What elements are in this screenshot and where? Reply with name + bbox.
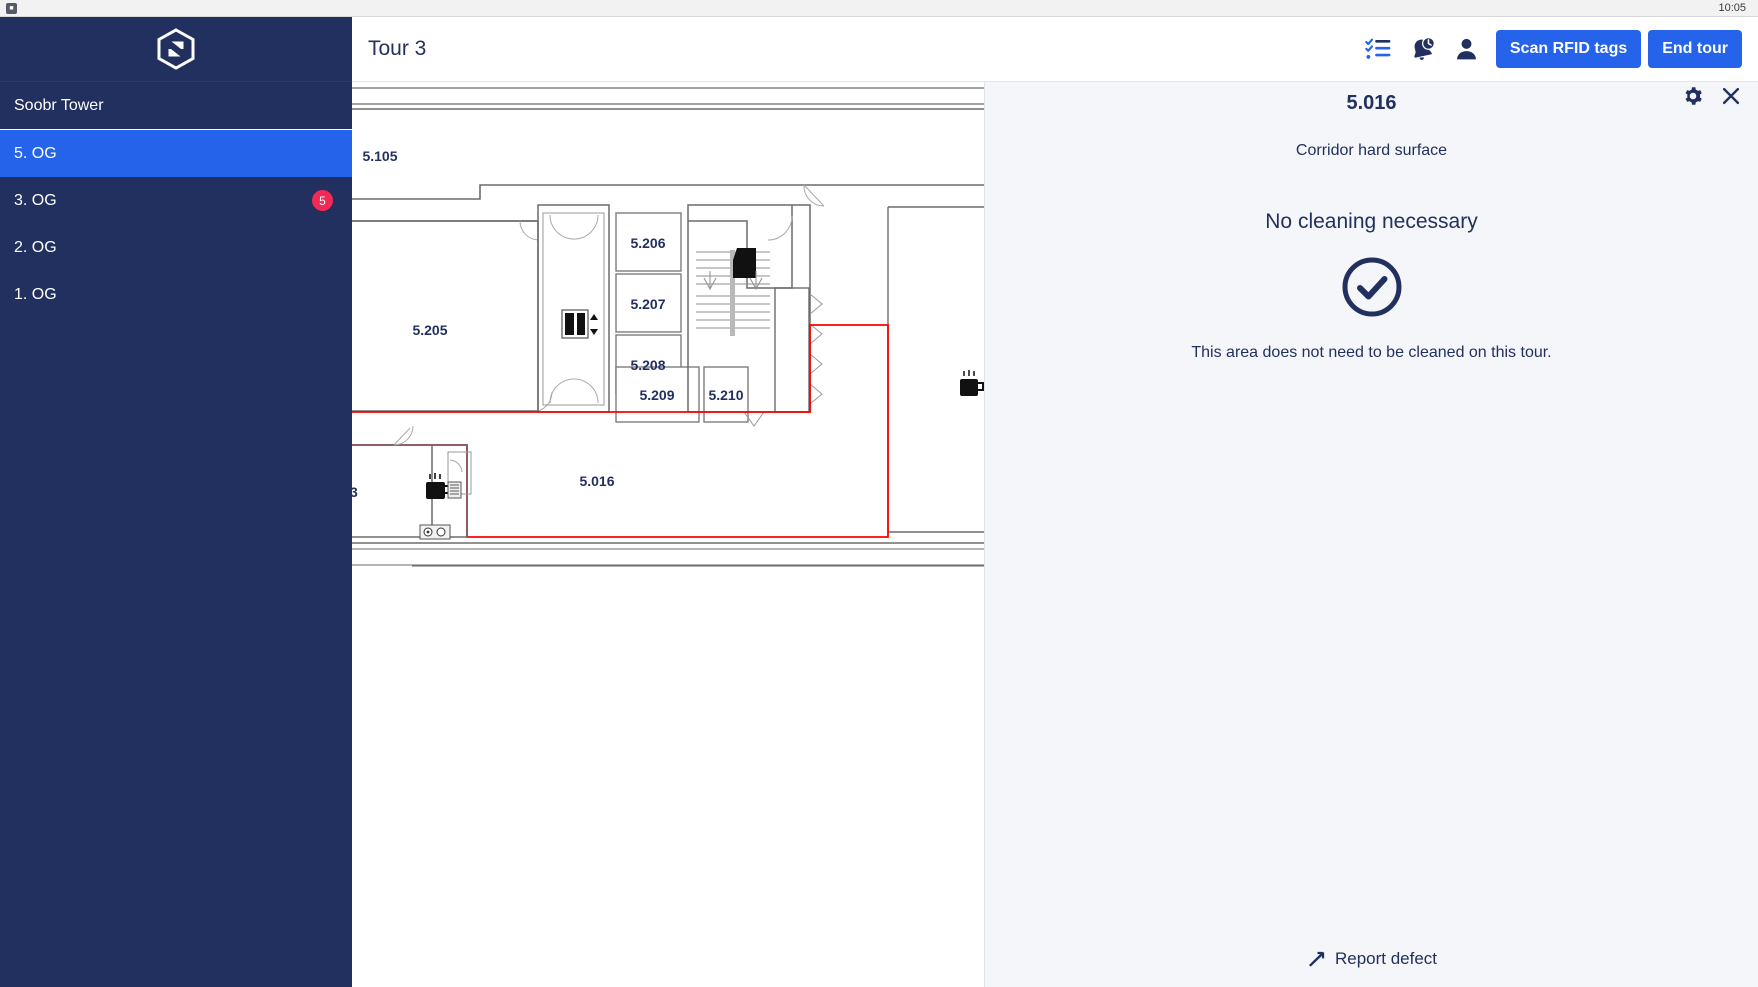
close-icon[interactable] xyxy=(1720,85,1742,107)
stair-landing-marker xyxy=(733,248,756,278)
svg-text:5.207: 5.207 xyxy=(630,296,665,312)
floor-label: 2. OG xyxy=(14,238,57,256)
status-title: No cleaning necessary xyxy=(1265,210,1478,233)
detail-status-block: No cleaning necessary This area does not… xyxy=(985,160,1758,949)
end-tour-button[interactable]: End tour xyxy=(1648,30,1742,68)
elevator-symbol xyxy=(561,309,598,339)
sidebar-item-floor-1og[interactable]: 1. OG xyxy=(0,271,352,318)
svg-text:5.105: 5.105 xyxy=(362,148,397,164)
svg-text:13: 13 xyxy=(352,484,358,500)
status-badge: 5 xyxy=(312,190,333,211)
check-circle-icon xyxy=(1342,257,1401,317)
bell-clock-icon[interactable] xyxy=(1409,36,1436,63)
svg-text:5.208: 5.208 xyxy=(630,357,665,373)
os-clock: 10:05 xyxy=(1718,2,1746,14)
floor-label: 5. OG xyxy=(14,144,57,162)
person-icon[interactable] xyxy=(1453,36,1480,63)
app-window-icon: ■ xyxy=(6,2,17,14)
sidebar: Soobr Tower 5. OG 3. OG 5 2. OG 1. OG xyxy=(0,17,352,987)
os-title-bar: ■ 10:05 xyxy=(0,0,1758,17)
svg-text:5.206: 5.206 xyxy=(630,235,665,251)
floor-label: 1. OG xyxy=(14,285,57,303)
sidebar-building-name[interactable]: Soobr Tower xyxy=(0,82,352,130)
sidebar-building-label: Soobr Tower xyxy=(14,96,104,114)
hammer-icon xyxy=(1308,951,1325,967)
report-defect-label: Report defect xyxy=(1334,949,1438,968)
kitchen-appliance-icon xyxy=(447,481,462,499)
detail-area-title: 5.016 xyxy=(1346,92,1397,114)
gear-icon[interactable] xyxy=(1682,85,1704,107)
area-detail-panel: 5.016 Corridor hard surface No cleaning … xyxy=(984,82,1758,987)
top-header: Tour 3 Scan RFID tags End tour xyxy=(352,17,1758,82)
sidebar-item-floor-2og[interactable]: 2. OG xyxy=(0,224,352,271)
floorplan-canvas[interactable]: 5.105 5.205 5.206 5.207 5.208 5.209 5.21… xyxy=(352,82,984,987)
detail-action-group xyxy=(1682,85,1742,107)
soobr-logo-icon xyxy=(157,28,195,70)
room-labels: 5.105 5.205 5.206 5.207 5.208 5.209 5.21… xyxy=(352,148,744,500)
corridor-coffee-icon xyxy=(960,370,984,396)
page-title: Tour 3 xyxy=(368,37,427,60)
kitchen-stove-icon xyxy=(419,524,451,540)
sidebar-logo[interactable] xyxy=(0,17,352,82)
sidebar-item-floor-5og[interactable]: 5. OG xyxy=(0,130,352,177)
detail-header: 5.016 Corridor hard surface xyxy=(985,82,1758,160)
svg-text:5.210: 5.210 xyxy=(708,387,743,403)
svg-text:5.016: 5.016 xyxy=(579,473,614,489)
sidebar-item-floor-3og[interactable]: 3. OG 5 xyxy=(0,177,352,224)
status-description: This area does not need to be cleaned on… xyxy=(1191,344,1552,361)
svg-text:5.209: 5.209 xyxy=(639,387,674,403)
report-defect-button[interactable]: Report defect xyxy=(985,949,1758,987)
floorplan-drawing: 5.105 5.205 5.206 5.207 5.208 5.209 5.21… xyxy=(352,87,984,567)
scan-rfid-button[interactable]: Scan RFID tags xyxy=(1495,30,1642,68)
detail-area-subtitle: Corridor hard surface xyxy=(1295,142,1448,159)
checklist-icon[interactable] xyxy=(1365,36,1392,63)
floor-label: 3. OG xyxy=(14,191,57,209)
header-icon-group xyxy=(1365,36,1480,63)
svg-text:5.205: 5.205 xyxy=(412,322,447,338)
kitchen-coffee-icon xyxy=(426,473,452,499)
